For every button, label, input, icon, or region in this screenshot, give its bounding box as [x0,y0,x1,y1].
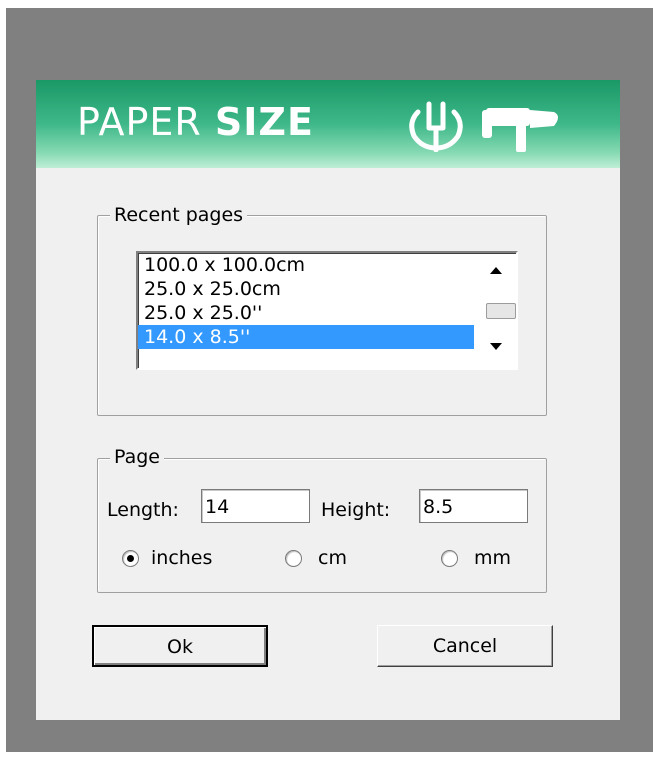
scroll-up-arrow-icon[interactable] [490,267,502,274]
banner-title-bold: SIZE [214,100,314,144]
length-input[interactable]: 14 [201,489,310,523]
recent-pages-legend: Recent pages [110,204,248,226]
paper-size-dialog: PAPER SIZE Recent pages 100.0 x 100.0cm 2… [36,80,620,720]
cm-label[interactable]: cm [318,547,347,569]
mm-radio[interactable] [441,550,458,567]
height-input[interactable]: 8.5 [419,489,528,523]
wrench-icon [409,101,463,152]
inches-label[interactable]: inches [151,547,212,569]
cm-radio[interactable] [285,550,302,567]
scroll-down-arrow-icon[interactable] [490,343,502,350]
page-legend: Page [110,446,164,468]
inches-radio[interactable] [122,550,139,567]
banner-title: PAPER SIZE [77,100,314,144]
scroll-thumb[interactable] [486,303,516,319]
hammer-icon [482,108,558,152]
list-item[interactable]: 100.0 x 100.0cm [138,253,474,277]
page-group [97,458,547,593]
list-item[interactable]: 25.0 x 25.0cm [138,277,474,301]
list-item[interactable]: 25.0 x 25.0'' [138,301,474,325]
length-label: Length: [107,499,179,521]
banner: PAPER SIZE [36,80,620,168]
recent-pages-list[interactable]: 100.0 x 100.0cm 25.0 x 25.0cm 25.0 x 25.0'… [136,251,518,370]
banner-title-light: PAPER [77,100,202,144]
list-item[interactable]: 14.0 x 8.5'' [138,325,474,349]
list-scrollbar[interactable] [484,255,516,362]
ok-button[interactable]: Ok [92,625,268,667]
banner-icons [409,101,558,152]
mm-label[interactable]: mm [474,547,511,569]
cancel-button[interactable]: Cancel [377,625,553,667]
height-label: Height: [321,499,391,521]
